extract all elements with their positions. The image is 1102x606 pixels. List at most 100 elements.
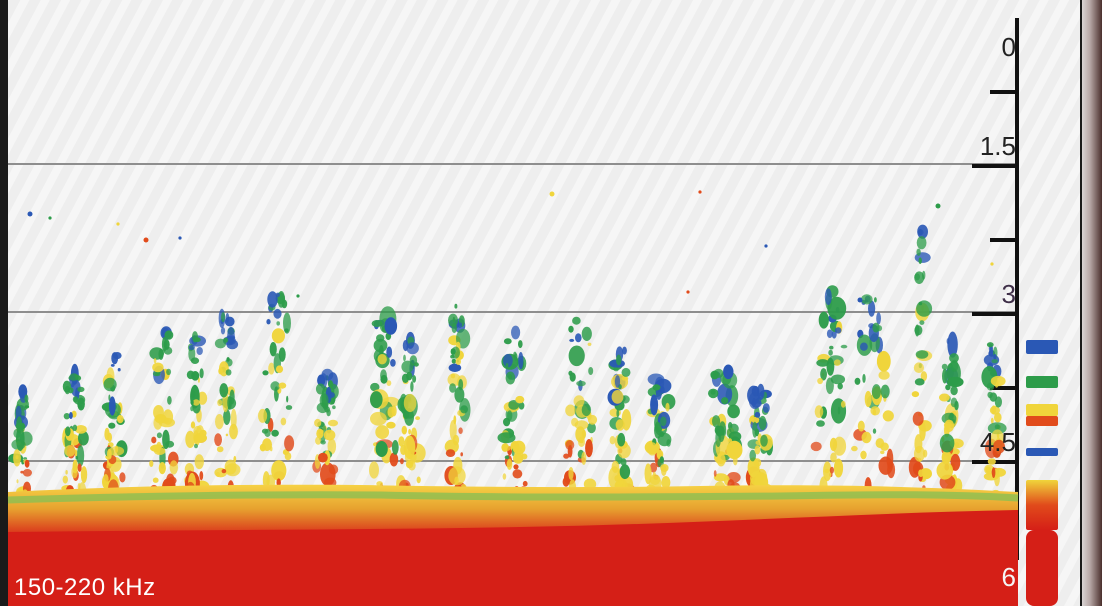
- fish-return-mark: [579, 440, 583, 443]
- fish-return-mark: [829, 346, 833, 350]
- fish-return-mark: [563, 454, 569, 459]
- fish-return-mark: [215, 414, 224, 429]
- single-return-speck: [686, 290, 689, 293]
- fish-return-mark: [665, 403, 669, 412]
- fish-return-mark: [755, 412, 761, 418]
- fish-return-mark: [108, 423, 115, 429]
- fish-return-mark: [285, 452, 292, 460]
- single-return-speck: [698, 190, 701, 193]
- fish-return-mark: [375, 425, 389, 439]
- fish-return-mark: [109, 396, 116, 415]
- fish-return-mark: [991, 376, 1006, 386]
- fish-return-mark: [916, 350, 929, 359]
- fish-return-mark: [226, 369, 232, 375]
- fish-return-mark: [988, 458, 996, 465]
- fish-return-mark: [153, 478, 159, 483]
- fish-return-mark: [390, 453, 399, 467]
- fish-return-mark: [616, 355, 621, 366]
- fish-return-mark: [860, 343, 868, 351]
- fish-return-mark: [880, 451, 884, 455]
- fish-return-mark: [993, 354, 996, 360]
- fish-return-mark: [575, 420, 589, 429]
- fish-return-mark: [320, 440, 326, 444]
- fish-return-mark: [191, 421, 195, 428]
- fish-return-mark: [511, 326, 520, 340]
- fish-return-mark: [879, 371, 890, 380]
- fish-return-mark: [503, 473, 507, 479]
- fish-return-mark: [918, 469, 924, 477]
- fish-return-mark: [834, 459, 843, 478]
- fish-return-mark: [506, 363, 509, 368]
- legend-bottom-swatch: [1026, 530, 1058, 606]
- fish-return-mark: [64, 445, 75, 457]
- fish-return-mark: [912, 391, 919, 397]
- fish-return-mark: [408, 429, 411, 435]
- fish-return-mark: [403, 355, 406, 362]
- fish-return-mark: [861, 294, 873, 304]
- fish-return-mark: [270, 446, 273, 451]
- fish-return-mark: [103, 474, 109, 485]
- fish-return-mark: [865, 391, 872, 407]
- fish-return-mark: [68, 387, 73, 393]
- fish-return-mark: [63, 476, 68, 484]
- fish-return-mark: [390, 359, 396, 367]
- fish-return-mark: [992, 467, 996, 478]
- fish-return-mark: [515, 396, 524, 403]
- fish-return-mark: [922, 271, 925, 280]
- fish-return-mark: [565, 405, 575, 417]
- fish-return-mark: [276, 293, 280, 298]
- legend-weak-swatch: [1026, 376, 1058, 388]
- fish-return-mark: [266, 319, 270, 324]
- fish-return-mark: [610, 436, 616, 444]
- fish-return-mark: [226, 434, 228, 437]
- color-legend: [1018, 320, 1066, 606]
- legend-strong-swatch: [1026, 416, 1058, 426]
- fish-return-mark: [408, 461, 416, 471]
- screen-bezel: [1082, 0, 1102, 606]
- fish-return-mark: [653, 384, 661, 390]
- fish-return-mark: [410, 381, 413, 392]
- fish-return-mark: [942, 364, 948, 370]
- fish-return-mark: [916, 249, 920, 256]
- fish-return-mark: [880, 443, 889, 451]
- fish-return-mark: [914, 362, 924, 373]
- fish-return-mark: [398, 436, 404, 446]
- fish-return-mark: [647, 442, 658, 455]
- fish-return-mark: [215, 339, 226, 349]
- fish-return-mark: [111, 364, 115, 367]
- fish-return-mark: [192, 331, 198, 342]
- single-return-speck: [178, 236, 181, 239]
- fish-return-mark: [570, 373, 576, 382]
- fish-return-mark: [913, 412, 924, 426]
- fish-return-mark: [104, 378, 117, 392]
- fish-return-mark: [955, 442, 959, 447]
- fish-return-mark: [873, 409, 876, 415]
- fish-return-mark: [858, 421, 865, 432]
- fish-return-mark: [622, 368, 631, 377]
- fish-return-mark: [942, 369, 948, 384]
- fish-return-mark: [763, 403, 770, 413]
- fish-return-mark: [825, 288, 832, 305]
- fish-return-mark: [949, 414, 954, 420]
- fish-return-mark: [513, 453, 523, 464]
- legend-faint-swatch: [1026, 340, 1058, 354]
- single-return-speck: [936, 204, 941, 209]
- fish-return-mark: [721, 397, 728, 404]
- fish-return-mark: [498, 432, 516, 443]
- single-return-speck: [550, 192, 555, 197]
- fish-return-mark: [612, 390, 624, 404]
- fish-return-mark: [654, 422, 662, 439]
- fish-return-mark: [950, 386, 957, 395]
- fish-return-mark: [827, 329, 833, 338]
- fish-return-mark: [582, 404, 591, 416]
- fish-return-mark: [276, 321, 280, 325]
- fish-return-mark: [514, 353, 518, 361]
- fish-return-mark: [506, 372, 516, 385]
- fish-return-mark: [386, 347, 392, 358]
- single-return-speck: [858, 298, 863, 303]
- fish-return-mark: [518, 340, 523, 348]
- fish-return-mark: [214, 433, 222, 446]
- fish-return-mark: [454, 304, 457, 309]
- fish-return-mark: [372, 320, 383, 327]
- fish-return-mark: [615, 375, 620, 388]
